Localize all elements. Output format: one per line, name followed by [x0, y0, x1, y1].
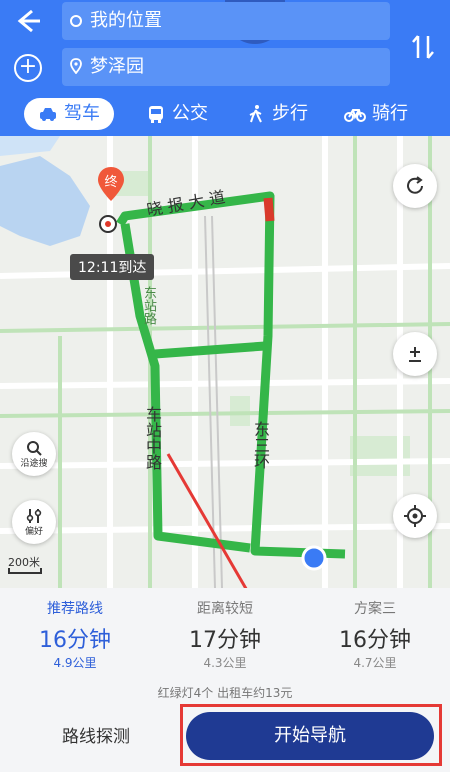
road-label-2: 车站中路 — [143, 406, 162, 470]
tab-walk[interactable]: 步行 — [246, 98, 308, 130]
tab-drive-label: 驾车 — [64, 103, 100, 124]
tab-drive[interactable]: 驾车 — [24, 98, 114, 130]
destination-marker[interactable]: 终 — [97, 166, 125, 202]
plan-duration: 16分钟 — [339, 628, 411, 653]
plan-label: 距离较短 — [197, 601, 253, 617]
bike-icon — [344, 109, 366, 122]
start-location-field[interactable]: 我的位置 — [62, 2, 390, 40]
start-dot-icon — [70, 15, 82, 27]
tab-bike[interactable]: 骑行 — [344, 98, 408, 130]
map-scale-bar — [8, 568, 42, 574]
preference-label: 偏好 — [24, 526, 43, 537]
eta-badge: 12:11到达 — [70, 254, 155, 280]
back-arrow-icon — [17, 9, 40, 33]
search-icon — [27, 440, 42, 456]
add-waypoint-button[interactable]: + — [14, 54, 42, 82]
refresh-button[interactable] — [393, 164, 437, 208]
bus-icon — [149, 106, 163, 123]
route-plans: 推荐路线 16分钟 4.9公里 距离较短 17分钟 4.3公里 方案三 16分钟… — [0, 588, 450, 698]
search-along-label: 沿途搜 — [20, 458, 48, 469]
plan-label: 推荐路线 — [47, 601, 103, 617]
plan-option-shorter[interactable]: 距离较短 17分钟 4.3公里 — [150, 598, 300, 671]
back-button[interactable] — [12, 6, 46, 40]
refresh-icon — [407, 176, 423, 194]
highlight-box — [180, 704, 442, 766]
tab-walk-label: 步行 — [272, 103, 308, 124]
plan-label: 方案三 — [354, 601, 396, 617]
tab-bus[interactable]: 公交 — [146, 98, 208, 130]
plan-duration: 17分钟 — [189, 628, 261, 653]
plan-distance: 4.3公里 — [203, 656, 247, 670]
destination-marker-text: 终 — [104, 175, 118, 190]
tab-bus-label: 公交 — [172, 103, 208, 124]
plan-distance: 4.7公里 — [353, 656, 397, 670]
plan-option-recommended[interactable]: 推荐路线 16分钟 4.9公里 — [0, 598, 150, 671]
walk-icon — [249, 105, 262, 123]
zoom-button[interactable] — [393, 332, 437, 376]
sliders-icon — [26, 508, 42, 523]
swap-direction-button[interactable] — [408, 32, 438, 62]
location-pin-icon — [70, 58, 82, 74]
start-location-text: 我的位置 — [90, 10, 162, 31]
end-location-text: 梦泽园 — [90, 56, 144, 77]
transport-mode-tabs: 驾车 公交 步行 骑行 — [0, 96, 450, 136]
car-icon — [40, 108, 56, 121]
route-plans-sheet: 推荐路线 16分钟 4.9公里 距离较短 17分钟 4.3公里 方案三 16分钟… — [0, 588, 450, 772]
preference-button[interactable]: 偏好 — [12, 500, 56, 544]
plan-option-three[interactable]: 方案三 16分钟 4.7公里 — [300, 598, 450, 671]
route-explore-button[interactable]: 路线探测 — [18, 714, 174, 760]
plan-duration: 16分钟 — [39, 628, 111, 653]
swap-icon — [412, 35, 434, 59]
end-location-field[interactable]: 梦泽园 — [62, 48, 390, 86]
locate-icon — [404, 505, 426, 527]
road-label-3: 东站路 — [141, 286, 156, 325]
route-map[interactable]: 终 12:11到达 晓 报 大 道 东三环 车站中路 东站路 沿途搜 偏好 20… — [0, 136, 450, 588]
tab-bike-label: 骑行 — [372, 103, 408, 124]
route-info-text: 红绿灯4个 出租车约13元 — [157, 686, 293, 700]
route-header: + 我的位置 梦泽园 驾车 公交 步行 骑行 — [0, 0, 450, 136]
zoom-icon — [409, 347, 421, 362]
plan-distance: 4.9公里 — [53, 656, 97, 670]
locate-button[interactable] — [393, 494, 437, 538]
search-along-button[interactable]: 沿途搜 — [12, 432, 56, 476]
road-label-1: 东三环 — [251, 421, 270, 469]
